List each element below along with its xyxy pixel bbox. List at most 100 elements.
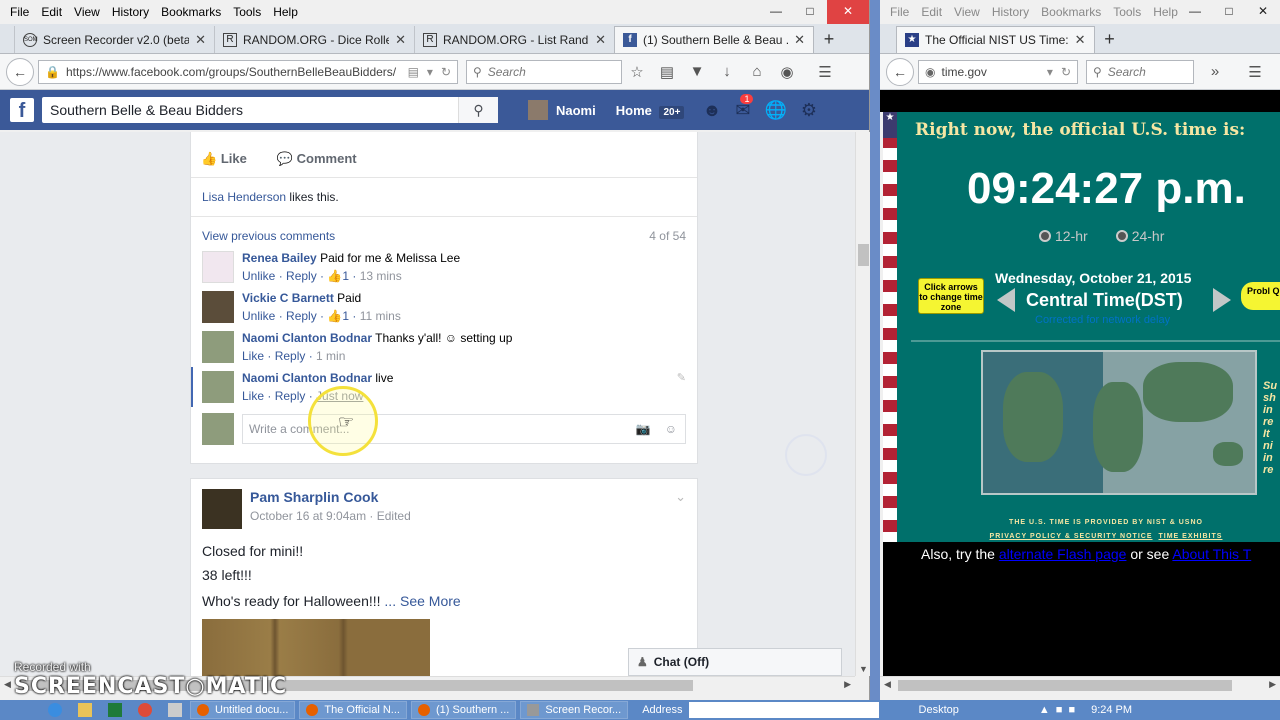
menu-edit[interactable]: Edit [915, 5, 948, 19]
edit-pencil-icon[interactable]: ✎ [677, 371, 686, 403]
reply-link[interactable]: Reply [286, 309, 317, 323]
taskbar-item[interactable]: The Official N... [299, 701, 407, 719]
new-tab-icon[interactable]: + [814, 26, 844, 53]
reload-icon[interactable]: ↻ [1061, 65, 1071, 79]
camera-icon[interactable]: 📷 [636, 422, 651, 436]
chevron-down-icon[interactable]: ⌄ [675, 489, 686, 529]
privacy-link[interactable]: PRIVACY POLICY & SECURITY NOTICE [990, 533, 1153, 540]
next-zone-arrow-icon[interactable] [1213, 288, 1231, 312]
minimize-icon[interactable]: — [759, 0, 793, 24]
menu-file[interactable]: File [4, 5, 35, 19]
post-meta[interactable]: October 16 at 9:04am · Edited [250, 509, 675, 523]
maximize-icon[interactable]: □ [793, 0, 827, 24]
address-input[interactable] [688, 702, 879, 718]
comment-author[interactable]: Renea Bailey [242, 251, 317, 265]
view-previous-comments-link[interactable]: View previous comments [202, 229, 335, 243]
tab-screen-recorder[interactable]: SOM Screen Recorder v2.0 (beta... ✕ [14, 26, 214, 53]
vertical-scrollbar[interactable]: ▼ [855, 132, 870, 676]
menu-view[interactable]: View [948, 5, 986, 19]
bookmarks-list-icon[interactable]: ▤ [652, 63, 682, 81]
menu-help[interactable]: Help [267, 5, 304, 19]
comment-author[interactable]: Naomi Clanton Bodnar [242, 371, 372, 385]
back-icon[interactable]: ← [886, 57, 914, 86]
url-bar[interactable]: ◉ time.gov ▾ ↻ [918, 59, 1078, 84]
see-more-link[interactable]: ... See More [384, 593, 460, 609]
liker-link[interactable]: Lisa Henderson [202, 190, 286, 204]
menu-tools[interactable]: Tools [1107, 5, 1147, 19]
scroll-left-icon[interactable]: ◀ [884, 679, 891, 690]
menu-bookmarks[interactable]: Bookmarks [155, 5, 227, 19]
alternate-flash-link[interactable]: alternate Flash page [999, 546, 1127, 562]
home-icon[interactable]: ⌂ [742, 63, 772, 80]
minimize-icon[interactable]: — [1178, 0, 1212, 24]
tab-facebook[interactable]: f (1) Southern Belle & Beau ... ✕ [614, 26, 814, 53]
explorer-icon[interactable] [78, 703, 92, 717]
tab-close-icon[interactable]: ✕ [195, 32, 206, 48]
overflow-chevron-icon[interactable]: » [1200, 63, 1230, 80]
time-exhibits-link[interactable]: TIME EXHIBITS [1159, 533, 1223, 540]
menu-edit[interactable]: Edit [35, 5, 68, 19]
notifications-icon[interactable]: 🌐 [765, 100, 787, 121]
tab-nist-time[interactable]: ★ The Official NIST US Time: ✕ [896, 26, 1095, 53]
reload-icon[interactable]: ↻ [441, 65, 451, 79]
like-count[interactable]: 1 [342, 309, 349, 323]
tab-close-icon[interactable]: ✕ [595, 32, 606, 48]
dropdown-icon[interactable]: ▾ [427, 65, 433, 79]
close-icon[interactable]: ✕ [827, 0, 869, 24]
chat-bar[interactable]: ♟ Chat (Off) [628, 648, 842, 676]
scroll-left-icon[interactable]: ◀ [4, 679, 11, 690]
reply-link[interactable]: Reply [275, 349, 306, 363]
comment-time[interactable]: 1 min [316, 349, 345, 363]
comment-author[interactable]: Naomi Clanton Bodnar [242, 331, 372, 345]
reply-link[interactable]: Reply [286, 269, 317, 283]
scrollbar-thumb[interactable] [858, 244, 869, 266]
search-bar[interactable]: ⚲ Search [466, 59, 622, 84]
new-tab-icon[interactable]: + [1095, 26, 1125, 53]
bookmark-star-icon[interactable]: ☆ [622, 63, 652, 81]
menu-history[interactable]: History [106, 5, 155, 19]
like-button[interactable]: 👍 Like [201, 151, 247, 167]
like-count[interactable]: 1 [342, 269, 349, 283]
avatar[interactable] [202, 371, 234, 403]
comment-author[interactable]: Vickie C Barnett [242, 291, 334, 305]
settings-icon[interactable]: ⚙ [801, 100, 817, 121]
comment-time[interactable]: 13 mins [360, 269, 402, 283]
tab-close-icon[interactable]: ✕ [395, 32, 406, 48]
radio-12hr[interactable]: 12-hr [1039, 228, 1088, 244]
pocket-icon[interactable]: ▼ [682, 63, 712, 80]
facebook-search-input[interactable]: Southern Belle & Beau Bidders ⚲ [42, 97, 498, 123]
friend-requests-icon[interactable]: ☻ [702, 100, 721, 121]
emoji-icon[interactable]: ☺ [665, 422, 677, 436]
like-link[interactable]: Like [242, 389, 264, 403]
avatar[interactable] [202, 251, 234, 283]
avatar[interactable] [202, 489, 242, 529]
facebook-logo-icon[interactable]: f [10, 98, 34, 122]
comment-time[interactable]: 11 mins [360, 309, 401, 323]
comment-button[interactable]: 💬 Comment [277, 151, 357, 167]
menu-tools[interactable]: Tools [227, 5, 267, 19]
unlike-link[interactable]: Unlike [242, 269, 275, 283]
reader-icon[interactable]: ▤ [408, 65, 419, 79]
scrollbar-thumb[interactable] [898, 680, 1232, 691]
horizontal-scrollbar-right[interactable]: ◀ ▶ [880, 676, 1280, 694]
tab-dice-roller[interactable]: R RANDOM.ORG - Dice Roller ✕ [214, 26, 414, 53]
search-bar[interactable]: ⚲ Search [1086, 59, 1194, 84]
menu-view[interactable]: View [68, 5, 106, 19]
ie-icon[interactable] [48, 703, 62, 717]
taskbar-item[interactable]: Screen Recor... [520, 701, 629, 719]
avatar[interactable] [202, 291, 234, 323]
tab-list-randomizer[interactable]: R RANDOM.ORG - List Rand... ✕ [414, 26, 614, 53]
menu-history[interactable]: History [986, 5, 1035, 19]
menu-bookmarks[interactable]: Bookmarks [1035, 5, 1107, 19]
chrome-icon[interactable] [138, 703, 152, 717]
chat-icon[interactable]: ◉ [772, 63, 802, 81]
desktop-label[interactable]: Desktop [919, 704, 959, 716]
reply-link[interactable]: Reply [275, 389, 306, 403]
url-bar[interactable]: 🔒 https://www.facebook.com/groups/Southe… [38, 59, 458, 84]
hamburger-menu-icon[interactable]: ☰ [1240, 63, 1270, 81]
tab-close-icon[interactable]: ✕ [794, 32, 805, 48]
search-icon[interactable]: ⚲ [458, 97, 498, 123]
prev-zone-arrow-icon[interactable] [997, 288, 1015, 312]
profile-link[interactable]: Naomi [528, 100, 596, 120]
post-author[interactable]: Pam Sharplin Cook [250, 489, 675, 505]
